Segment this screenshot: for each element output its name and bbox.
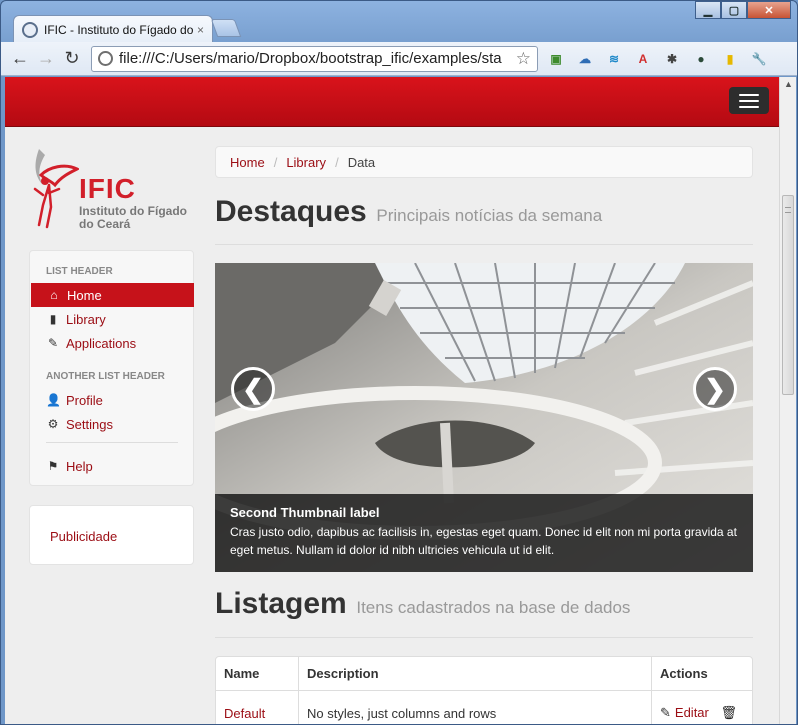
sidebar-item-applications[interactable]: ✎ Applications xyxy=(30,331,195,355)
sidebar-item-label: Library xyxy=(66,311,106,327)
sidebar-nav: LIST HEADER ⌂ Home ▮ Library ✎ Applicati… xyxy=(29,250,194,486)
breadcrumb-home[interactable]: Home xyxy=(230,155,265,170)
browser-tab[interactable]: IFIC - Instituto do Fígado do × xyxy=(13,15,213,43)
site-navbar xyxy=(5,77,779,127)
page-title: Destaques xyxy=(215,195,367,228)
menu-toggle-button[interactable] xyxy=(729,87,769,114)
page-info-icon[interactable] xyxy=(98,51,113,66)
sidebar-item-profile[interactable]: 👤 Profile xyxy=(30,388,195,412)
carousel: ❮ ❯ Second Thumbnail label Cras justo od… xyxy=(215,263,753,572)
address-bar[interactable]: file:///C:/Users/mario/Dropbox/bootstrap… xyxy=(91,45,538,72)
listagem-header: Listagem Itens cadastrados na base de da… xyxy=(215,587,753,638)
destaques-header: Destaques Principais notícias da semana xyxy=(215,195,753,245)
section-subtitle: Itens cadastrados na base de dados xyxy=(356,598,631,617)
wave-icon[interactable]: ≋ xyxy=(603,48,625,70)
breadcrumb-separator: / xyxy=(335,154,339,170)
table-header-row: Name Description Actions xyxy=(216,657,752,691)
book-icon: ▮ xyxy=(49,312,57,326)
user-icon: 👤 xyxy=(46,393,61,407)
tab-strip: IFIC - Instituto do Fígado do × ▁ ▢ ✕ xyxy=(1,1,797,43)
sidebar-item-label: Home xyxy=(67,287,102,303)
page-subtitle: Principais notícias da semana xyxy=(376,206,603,225)
url-text[interactable]: file:///C:/Users/mario/Dropbox/bootstrap… xyxy=(119,50,512,67)
logo-acronym: IFIC xyxy=(79,173,136,204)
bookmark-star-icon[interactable]: ☆ xyxy=(516,49,531,69)
sidebar-item-label: Applications xyxy=(66,335,137,351)
scroll-up-icon[interactable]: ▲ xyxy=(784,79,793,89)
ad-box: Publicidade xyxy=(29,505,194,565)
minimize-button[interactable]: ▁ xyxy=(695,1,721,19)
section-title: Listagem xyxy=(215,587,347,620)
sidebar-item-home[interactable]: ⌂ Home xyxy=(31,283,194,307)
close-tab-icon[interactable]: × xyxy=(197,23,204,37)
phone-icon[interactable]: ▮ xyxy=(719,48,741,70)
list-header: LIST HEADER xyxy=(46,266,113,277)
logo-name-line2: do Ceará xyxy=(79,217,131,231)
column-header-name: Name xyxy=(216,657,298,691)
breadcrumb-current: Data xyxy=(347,154,376,170)
browser-toolbar: ← → ↻ file:///C:/Users/mario/Dropbox/boo… xyxy=(1,42,797,76)
wrench-icon[interactable]: 🔧 xyxy=(748,48,770,70)
browser-window: IFIC - Instituto do Fígado do × ▁ ▢ ✕ ← … xyxy=(0,0,798,725)
scrollbar-thumb[interactable] xyxy=(782,195,794,395)
trash-icon[interactable]: 🗑 xyxy=(721,705,738,720)
sidebar-item-settings[interactable]: ⚙ Settings xyxy=(30,412,195,436)
sidebar-item-label: Profile xyxy=(66,392,103,408)
sidebar-item-label: Settings xyxy=(66,416,113,432)
scrollbar-grip xyxy=(785,207,791,213)
reload-button[interactable]: ↻ xyxy=(59,46,85,72)
pencil-icon: ✎ xyxy=(47,336,59,350)
caption-text: Cras justo odio, dapibus ac facilisis in… xyxy=(230,525,737,557)
page-viewport: IFIC Instituto do Fígado do Ceará LIST H… xyxy=(5,77,779,724)
new-tab-button[interactable] xyxy=(210,19,242,37)
breadcrumb-separator: / xyxy=(273,154,278,170)
row-description-cell: No styles, just columns and rows xyxy=(298,691,651,724)
maximize-button[interactable]: ▢ xyxy=(721,1,747,19)
ad-link[interactable]: Publicidade xyxy=(50,529,117,544)
breadcrumb-library[interactable]: Library xyxy=(286,155,326,170)
tab-title: IFIC - Instituto do Fígado do xyxy=(44,22,193,37)
logo-name: Instituto do Fígado do Ceará xyxy=(79,205,187,231)
edit-icon: ✎ xyxy=(660,705,671,720)
menu-bar-icon xyxy=(739,106,759,108)
another-list-header: ANOTHER LIST HEADER xyxy=(46,371,165,382)
home-icon: ⌂ xyxy=(50,288,58,302)
forward-button[interactable]: → xyxy=(33,46,59,72)
flag-icon: ⚑ xyxy=(47,459,59,473)
caption-title: Second Thumbnail label xyxy=(230,505,380,520)
gear-icon: ⚙ xyxy=(47,417,59,431)
bug-icon[interactable]: ✱ xyxy=(661,48,683,70)
sidebar-item-label: Help xyxy=(66,458,93,474)
carousel-caption: Second Thumbnail label Cras justo odio, … xyxy=(215,494,753,572)
liver-figure-icon xyxy=(33,149,79,229)
menu-bar-icon xyxy=(739,94,759,96)
cloud-icon[interactable]: ☁ xyxy=(574,48,596,70)
close-window-button[interactable]: ✕ xyxy=(747,1,791,19)
window-controls: ▁ ▢ ✕ xyxy=(695,1,791,19)
sidebar-item-library[interactable]: ▮ Library xyxy=(30,307,195,331)
ext-green-icon[interactable]: ▣ xyxy=(545,48,567,70)
nav-divider xyxy=(46,442,178,443)
column-header-description: Description xyxy=(298,657,651,691)
extensions-area: ▣ ☁ ≋ A ✱ ● ▮ 🔧 xyxy=(538,48,770,70)
column-header-actions: Actions xyxy=(651,657,752,691)
orb-icon[interactable]: ● xyxy=(690,48,712,70)
row-actions-cell: ✎ Editar 🗑 xyxy=(651,691,752,724)
vertical-scrollbar[interactable]: ▲ xyxy=(779,77,796,724)
translate-icon[interactable]: A xyxy=(632,48,654,70)
breadcrumb: Home / Library / Data xyxy=(215,146,753,178)
carousel-prev-button[interactable]: ❮ xyxy=(231,367,275,411)
menu-bar-icon xyxy=(739,100,759,102)
data-table: Name Description Actions Default No styl… xyxy=(215,656,753,724)
edit-button[interactable]: ✎ Editar xyxy=(660,705,713,720)
globe-icon xyxy=(22,21,38,38)
edit-label: Editar xyxy=(674,705,709,720)
row-name-cell: Default xyxy=(216,691,298,724)
back-button[interactable]: ← xyxy=(7,46,33,72)
ific-logo[interactable]: IFIC Instituto do Fígado do Ceará xyxy=(29,145,189,237)
sidebar-item-help[interactable]: ⚑ Help xyxy=(30,454,195,478)
carousel-next-button[interactable]: ❯ xyxy=(693,367,737,411)
table-row: Default No styles, just columns and rows… xyxy=(216,691,752,724)
row-name-link[interactable]: Default xyxy=(224,706,265,721)
